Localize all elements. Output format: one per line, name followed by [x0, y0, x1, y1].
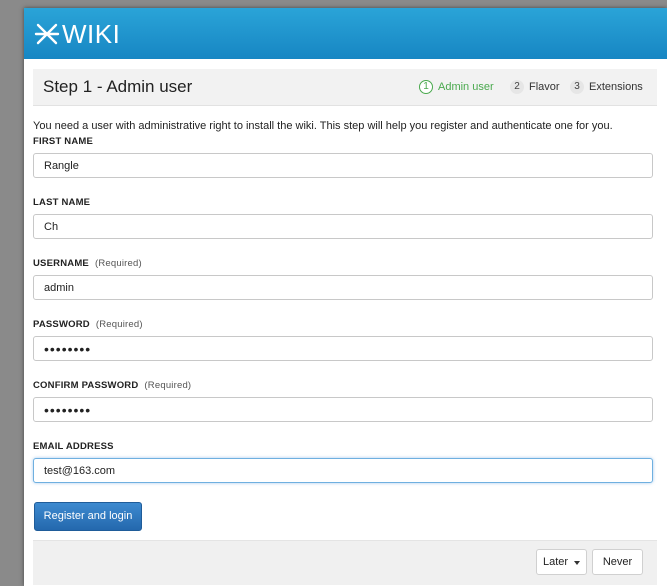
last-name-label: LAST NAME: [33, 197, 90, 208]
step-label: Admin user: [438, 81, 494, 93]
xwiki-x-icon: [34, 23, 60, 45]
username-label: USERNAME (Required): [33, 258, 142, 269]
label-text: LAST NAME: [33, 197, 91, 208]
step-extensions[interactable]: 3 Extensions: [570, 78, 643, 96]
label-text: EMAIL ADDRESS: [33, 441, 114, 452]
never-button[interactable]: Never: [592, 549, 643, 575]
step-label: Extensions: [589, 81, 643, 93]
first-name-label: FIRST NAME: [33, 136, 93, 147]
step-title: Step 1 - Admin user: [43, 77, 193, 96]
email-field[interactable]: [33, 458, 653, 483]
later-label: Later: [543, 556, 569, 568]
required-note: (Required): [95, 319, 143, 330]
register-and-login-button[interactable]: Register and login: [34, 502, 142, 531]
label-text: PASSWORD: [33, 319, 90, 330]
caret-down-icon: [574, 561, 580, 565]
step-number: 2: [510, 80, 524, 94]
confirm-password-label: CONFIRM PASSWORD (Required): [33, 380, 191, 391]
step-bar: Step 1 - Admin user 1 Admin user 2 Flavo…: [33, 69, 657, 106]
password-label: PASSWORD (Required): [33, 319, 143, 330]
last-name-field[interactable]: [33, 214, 653, 239]
later-dropdown-button[interactable]: Later: [536, 549, 587, 575]
step-number: 3: [570, 80, 584, 94]
installer-window: WIKI Step 1 - Admin user 1 Admin user 2 …: [24, 8, 667, 586]
confirm-password-field[interactable]: [33, 397, 653, 422]
label-text: CONFIRM PASSWORD: [33, 380, 139, 391]
header-bar: WIKI: [24, 8, 667, 59]
step-admin-user[interactable]: 1 Admin user: [419, 78, 494, 96]
intro-text: You need a user with administrative righ…: [33, 120, 613, 132]
step-label: Flavor: [529, 81, 560, 93]
label-text: USERNAME: [33, 258, 89, 269]
step-flavor[interactable]: 2 Flavor: [510, 78, 560, 96]
xwiki-logo: WIKI: [34, 20, 120, 48]
logo-text: WIKI: [62, 19, 121, 49]
username-field[interactable]: [33, 275, 653, 300]
step-number: 1: [419, 80, 433, 94]
required-note: (Required): [94, 258, 142, 269]
footer-bar: Later Never: [33, 540, 657, 585]
email-label: EMAIL ADDRESS: [33, 441, 114, 452]
required-note: (Required): [144, 380, 192, 391]
label-text: FIRST NAME: [33, 136, 94, 147]
first-name-field[interactable]: [33, 153, 653, 178]
password-field[interactable]: [33, 336, 653, 361]
